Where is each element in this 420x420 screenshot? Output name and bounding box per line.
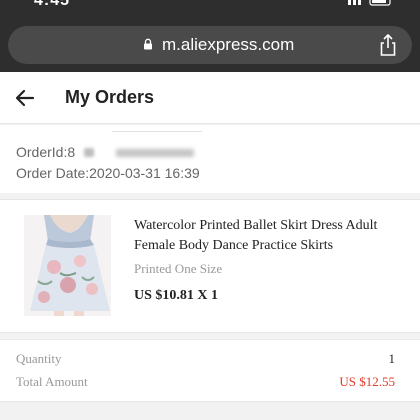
quantity-value: 1 xyxy=(388,351,396,366)
back-arrow-icon[interactable] xyxy=(13,86,37,110)
redacted-mark xyxy=(84,148,94,157)
product-option: Printed One Size xyxy=(134,261,223,276)
total-amount-value: US $12.55 xyxy=(339,374,395,389)
order-date-row: Order Date:2020-03-31 16:39 xyxy=(16,165,200,181)
product-card[interactable]: Watercolor Printed Ballet Skirt Dress Ad… xyxy=(0,199,420,333)
status-time: 4:45 xyxy=(34,0,71,9)
product-name[interactable]: Watercolor Printed Ballet Skirt Dress Ad… xyxy=(134,216,406,256)
order-info: OrderId:8 xyxy=(0,125,420,193)
product-price-row: US $10.81 X 1 xyxy=(134,288,218,304)
product-quantity: X 1 xyxy=(197,288,219,303)
redacted-mark xyxy=(116,149,194,157)
quantity-label: Quantity xyxy=(16,351,62,366)
total-amount-label: Total Amount xyxy=(16,374,88,389)
order-id-value: 8 xyxy=(67,144,76,160)
share-icon[interactable] xyxy=(378,33,398,57)
order-date-value: 2020-03-31 16:39 xyxy=(89,165,200,181)
header-bar: My Orders xyxy=(0,72,420,124)
browser-bar: 4:45 m.aliexpress.com xyxy=(0,0,420,72)
product-price: US $10.81 xyxy=(134,288,194,303)
status-icons xyxy=(348,0,392,9)
signal-battery-icon xyxy=(348,0,391,6)
divider xyxy=(112,131,202,132)
product-image[interactable] xyxy=(24,215,111,316)
lock-icon xyxy=(144,38,152,50)
page-title: My Orders xyxy=(65,87,155,107)
url-text: m.aliexpress.com xyxy=(162,35,295,54)
order-id-label: OrderId: xyxy=(16,144,68,160)
order-summary: Quantity 1 Total Amount US $12.55 xyxy=(0,339,420,402)
address-bar[interactable]: m.aliexpress.com xyxy=(8,26,412,64)
product-thumbnail xyxy=(24,215,111,316)
order-id-row: OrderId:8 xyxy=(16,144,75,160)
order-date-label: Order Date: xyxy=(16,165,90,181)
